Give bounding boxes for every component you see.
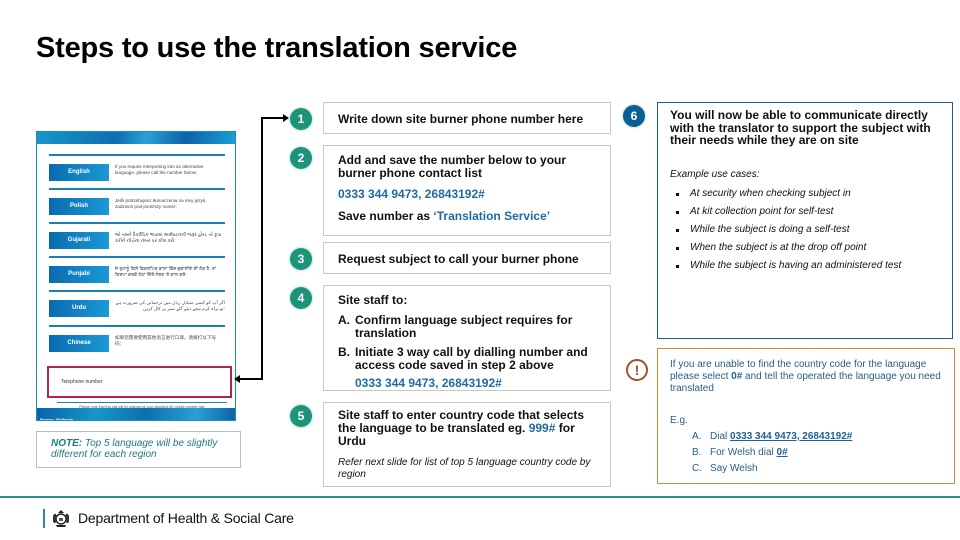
step-6-badge: 6 — [623, 105, 645, 127]
step-4-box: Site staff to: A. Confirm language subjec… — [323, 285, 611, 391]
warning-box: If you are unable to find the country co… — [657, 348, 955, 484]
arrow-left-icon — [234, 375, 240, 383]
step-6-box: You will now be able to communicate dire… — [657, 102, 953, 339]
language-text: Jeśli potrzebujesz tłumaczenia na inny j… — [115, 198, 207, 209]
step-3-badge: 3 — [290, 248, 312, 270]
telephone-label: Telephone number — [61, 379, 103, 385]
region-label: Region: Midlands — [40, 417, 74, 421]
step-1-badge: 1 — [290, 108, 312, 130]
example-item: At kit collection point for self-test — [670, 203, 940, 221]
step-1-text: Write down site burner phone number here — [338, 112, 584, 126]
urdu-code: 999# — [528, 421, 556, 435]
dial-number-link[interactable]: 0333 344 9473, 26843192# — [730, 431, 852, 442]
step-5-text: Site staff to enter country code that se… — [338, 408, 585, 448]
fallback-code: 0# — [731, 371, 743, 382]
language-label: Chinese — [49, 335, 109, 352]
poster-footer-band: Region: Midlands — [37, 408, 235, 420]
language-text: اگر آپ کو کسی متبادل زبان میں ترجمانی کی… — [115, 300, 225, 311]
example-item: While the subject is having an administe… — [670, 257, 940, 275]
language-label: Gujarati — [49, 232, 109, 249]
step-5-box: Site staff to enter country code that se… — [323, 402, 611, 487]
language-label: English — [49, 164, 109, 181]
step-3-box: Request subject to call your burner phon… — [323, 242, 611, 274]
warning-text: If you are unable to find the country co… — [670, 359, 941, 394]
step-2-box: Add and save the number below to your bu… — [323, 145, 611, 236]
language-text: ਜੇ ਤੁਹਾਨੂੰ ਕਿਸੇ ਵਿਕਲਪਿਕ ਭਾਸ਼ਾ ਵਿੱਚ ਦੁਭਾਸ… — [115, 266, 217, 277]
step-4-badge: 4 — [290, 287, 312, 309]
step-4-item-b: B. Initiate 3 way call by dialling number… — [338, 345, 588, 372]
poster-row-gujarati: Gujarati જો તમને વૈકલ્પિક ભાષામાં અર્થઘટ… — [49, 222, 225, 256]
example-item: At security when checking subject in — [670, 185, 940, 203]
example-item: While the subject is doing a self-test — [670, 221, 940, 239]
translation-poster-image: English If you require interpreting into… — [36, 131, 236, 421]
language-label: Polish — [49, 198, 109, 215]
poster-row-urdu: Urdu اگر آپ کو کسی متبادل زبان میں ترجما… — [49, 290, 225, 324]
step-4-item-a: A. Confirm language subject requires for … — [338, 313, 573, 340]
examples-label: Example use cases: — [670, 168, 760, 180]
step-2-phone: 0333 344 9473, 26843192# — [338, 187, 485, 201]
step-4-phone: 0333 344 9473, 26843192# — [355, 376, 502, 390]
footer-accent-bar — [43, 509, 45, 528]
footer-divider — [0, 496, 960, 498]
connector-line — [261, 118, 263, 380]
examples-list: At security when checking subject in At … — [670, 185, 940, 275]
language-label: Urdu — [49, 300, 109, 317]
organisation-name: Department of Health & Social Care — [78, 510, 294, 526]
connector-line — [239, 378, 263, 380]
step-1-box: Write down site burner phone number here — [323, 102, 611, 134]
poster-row-english: English If you require interpreting into… — [49, 154, 225, 188]
step-5-note: Refer next slide for list of top 5 langu… — [338, 457, 591, 480]
eg-item-b: B. For Welsh dial 0# — [692, 447, 788, 458]
poster-row-polish: Polish Jeśli potrzebujesz tłumaczenia na… — [49, 188, 225, 222]
step-5-badge: 5 — [290, 405, 312, 427]
eg-label: E.g. — [670, 415, 688, 426]
eg-item-a: A. Dial 0333 344 9473, 26843192# — [692, 431, 853, 442]
arrow-right-icon — [283, 114, 289, 122]
step-2-badge: 2 — [290, 147, 312, 169]
language-text: જો તમને વૈકલ્પિક ભાષામાં અર્થઘટનની જરૂર … — [115, 232, 222, 243]
step-3-text: Request subject to call your burner phon… — [338, 252, 579, 266]
welsh-code-link[interactable]: 0# — [777, 447, 788, 458]
region-note: NOTE: Top 5 language will be slightly di… — [36, 431, 241, 468]
step-6-text: You will now be able to communicate dire… — [670, 108, 931, 147]
royal-crest-icon — [53, 510, 69, 527]
step-2-save-line: Save number as ‘Translation Service’ — [338, 210, 596, 223]
example-item: When the subject is at the drop off poin… — [670, 239, 940, 257]
language-text: 如果您需要使用其他语言进行口译，请拨打以下号码： — [115, 335, 217, 346]
eg-item-c: C. Say Welsh — [692, 463, 758, 474]
save-prefix: Save number as — [338, 209, 434, 223]
language-text: If you require interpreting into an alte… — [115, 164, 204, 175]
step-4-text: Site staff to: — [338, 293, 408, 307]
step-2-text: Add and save the number below to your bu… — [338, 153, 567, 180]
telephone-number-field: Telephone number — [47, 366, 232, 398]
poster-header-band — [37, 132, 235, 144]
poster-row-punjabi: Punjabi ਜੇ ਤੁਹਾਨੂੰ ਕਿਸੇ ਵਿਕਲਪਿਕ ਭਾਸ਼ਾ ਵਿ… — [49, 256, 225, 290]
poster-row-chinese: Chinese 如果您需要使用其他语言进行口译，请拨打以下号码： — [49, 325, 225, 359]
warning-icon: ! — [626, 359, 648, 381]
eg-list: A. Dial 0333 344 9473, 26843192# B. For We… — [670, 429, 942, 477]
connector-line — [261, 117, 285, 119]
note-label: NOTE: — [51, 438, 83, 449]
save-name: ‘Translation Service’ — [433, 209, 551, 223]
page-title: Steps to use the translation service — [36, 32, 518, 64]
language-label: Punjabi — [49, 266, 109, 283]
